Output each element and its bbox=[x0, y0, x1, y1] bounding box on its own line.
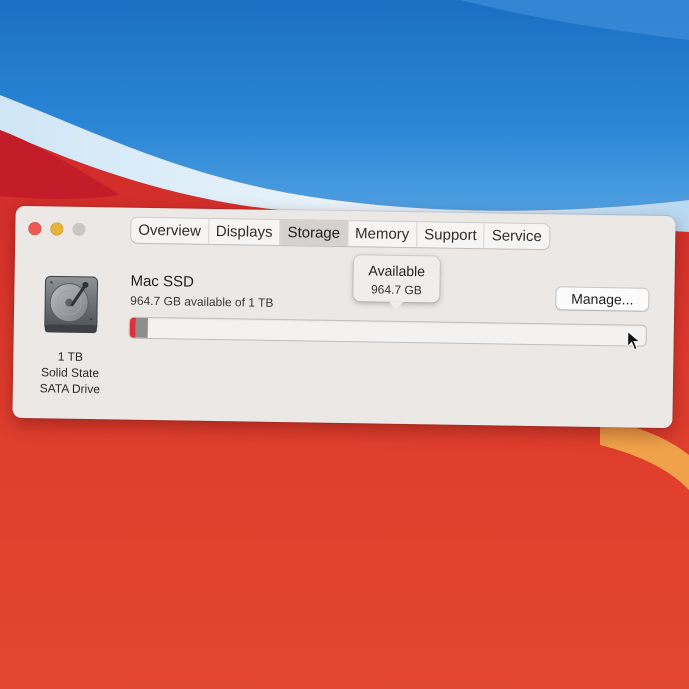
drive-name: Mac SSD bbox=[130, 272, 195, 291]
disk-capacity-label: 1 TB bbox=[57, 349, 84, 364]
hard-drive-icon bbox=[44, 275, 99, 334]
disk-type-label: Solid State bbox=[40, 365, 100, 381]
disk-interface-label: SATA Drive bbox=[39, 381, 101, 397]
disk-caption: 1 TB Solid State SATA Drive bbox=[23, 348, 118, 397]
storage-bar[interactable] bbox=[129, 317, 646, 346]
storage-bar-segment-other bbox=[135, 317, 148, 338]
tab-memory[interactable]: Memory bbox=[347, 221, 418, 248]
minimize-window-button[interactable] bbox=[50, 222, 64, 236]
close-window-button[interactable] bbox=[28, 222, 42, 236]
tab-service[interactable]: Service bbox=[485, 223, 549, 249]
tab-overview[interactable]: Overview bbox=[131, 217, 210, 244]
tab-bar: Overview Displays Storage Memory Support… bbox=[131, 217, 549, 250]
mouse-pointer-icon bbox=[627, 330, 641, 351]
tab-displays[interactable]: Displays bbox=[208, 218, 281, 245]
tooltip-value: 964.7 GB bbox=[370, 282, 422, 298]
available-tooltip: Available 964.7 GB bbox=[353, 255, 440, 303]
tab-support[interactable]: Support bbox=[417, 222, 485, 249]
manage-button[interactable]: Manage... bbox=[556, 287, 649, 311]
zoom-window-button[interactable] bbox=[72, 222, 86, 236]
tooltip-title: Available bbox=[368, 262, 426, 280]
system-info-window: Overview Displays Storage Memory Support… bbox=[12, 205, 676, 429]
drive-available-text: 964.7 GB available of 1 TB bbox=[130, 293, 274, 310]
tab-storage[interactable]: Storage bbox=[280, 219, 349, 247]
